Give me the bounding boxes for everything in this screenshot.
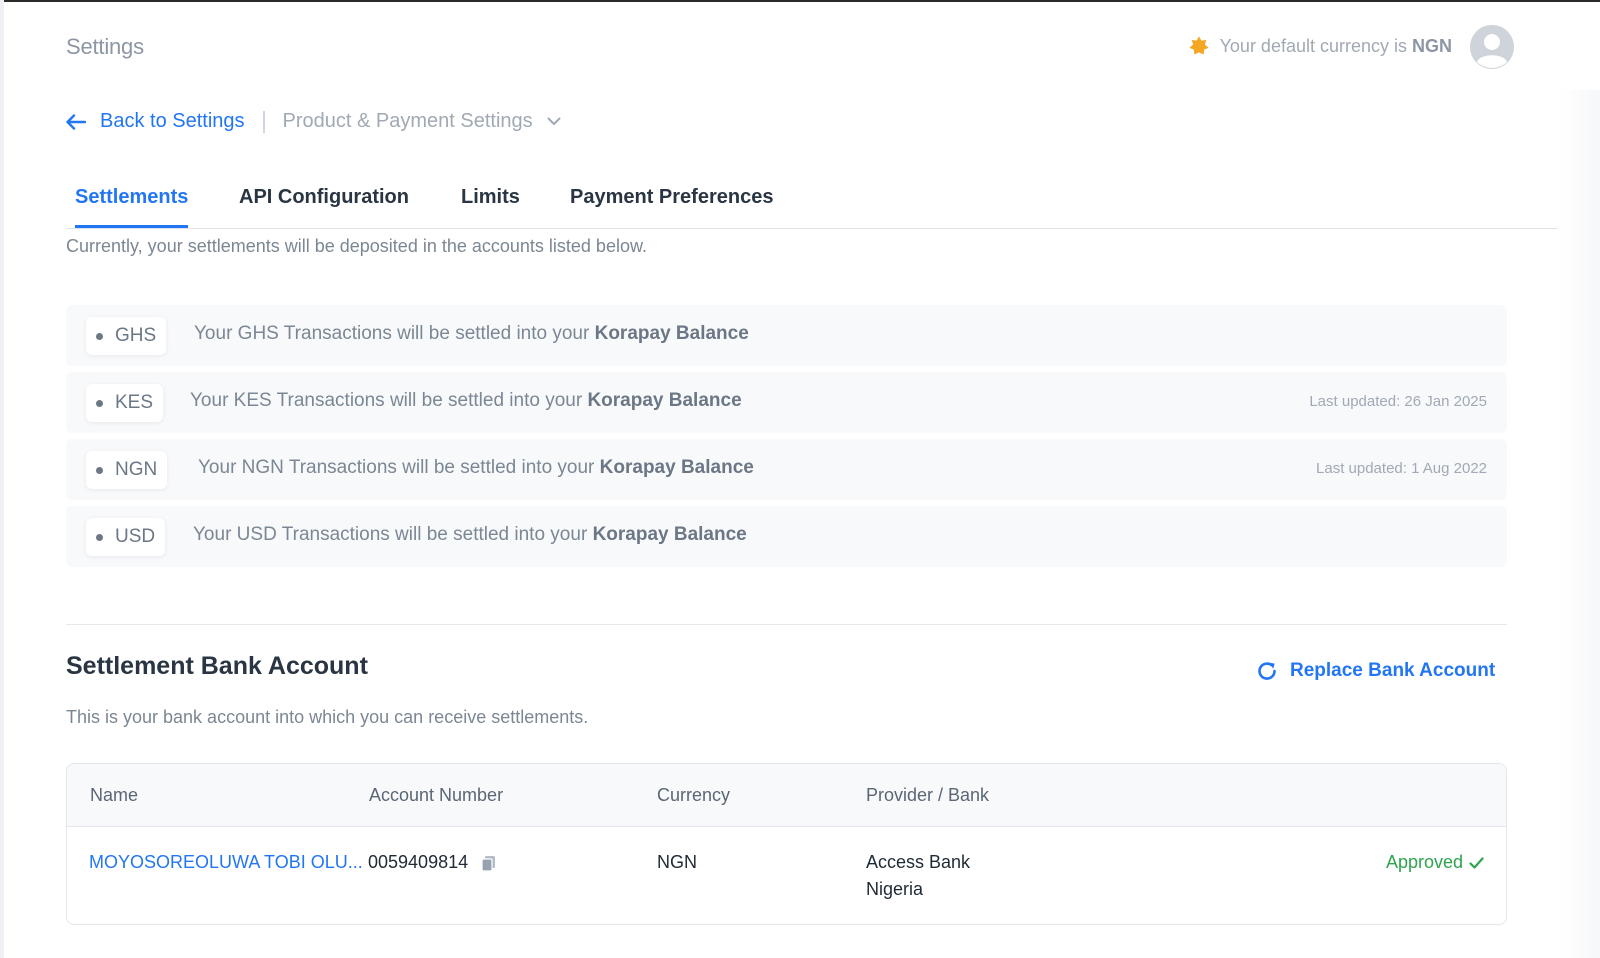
currency-code: GHS [115,325,157,346]
currency-pill: GHS [86,317,167,355]
currency-code: KES [115,392,154,413]
column-header-name: Name [90,785,139,805]
settlement-description: Your GHS Transactions will be settled in… [194,323,590,344]
currency-code: USD [115,526,156,547]
currency-cell: NGN [657,852,697,872]
column-header-account-number: Account Number [369,785,504,805]
account-name-link[interactable]: MOYOSOREOLUWA TOBI OLU... [89,852,367,873]
settlement-text: Your USD Transactions will be settled in… [193,524,747,546]
settlements-intro: Currently, your settlements will be depo… [66,236,647,256]
breadcrumb-separator [262,110,265,133]
settings-tabs: Settlements API Configuration Limits Pay… [66,182,1558,229]
breadcrumb-current-label: Product & Payment Settings [282,110,533,132]
currency-code: NGN [1412,35,1452,56]
back-link-label: Back to Settings [100,110,245,132]
currency-pill: USD [86,518,166,556]
checkmark-icon [1469,856,1484,869]
settlement-description: Your USD Transactions will be settled in… [193,524,588,545]
currency-pill: NGN [86,451,168,489]
last-updated: Last updated: 26 Jan 2025 [1309,393,1487,410]
page-title: Settings [66,34,144,59]
product-settings-dropdown[interactable]: Product & Payment Settings [283,110,561,133]
settlement-row-kes: KES Your KES Transactions will be settle… [66,372,1507,433]
status-label: Approved [1385,852,1463,872]
section-divider [66,624,1507,625]
tab-payment-preferences[interactable]: Payment Preferences [570,186,773,228]
chevron-down-icon [547,117,561,125]
table-header: Name Account Number Currency Provider / … [67,764,1506,827]
settlement-destination: Korapay Balance [587,390,742,411]
bank-section-title: Settlement Bank Account [66,652,368,680]
settlement-destination: Korapay Balance [594,323,749,344]
settlement-description: Your NGN Transactions will be settled in… [198,457,595,478]
currency-pill: KES [86,384,164,422]
tab-limits[interactable]: Limits [461,186,520,228]
bank-section-subtitle: This is your bank account into which you… [66,707,589,727]
settlement-text: Your KES Transactions will be settled in… [190,390,742,412]
star-icon [1188,36,1209,55]
left-rail [0,0,4,958]
last-updated: Last updated: 1 Aug 2022 [1316,460,1487,477]
bank-country-cell: Nigeria [866,879,924,899]
replace-button-label: Replace Bank Account [1290,660,1496,681]
column-header-currency: Currency [657,785,731,805]
settlement-row-usd: USD Your USD Transactions will be settle… [66,506,1507,567]
settlement-text: Your GHS Transactions will be settled in… [194,323,749,345]
default-currency-note: Your default currency is NGN [1188,35,1452,57]
settlement-destination: Korapay Balance [599,457,754,478]
settlement-destination: Korapay Balance [592,524,747,545]
tab-settlements[interactable]: Settlements [75,186,188,228]
top-header: Settings Your default currency is NGN [66,25,1546,70]
account-number-cell: 0059409814 [368,852,496,873]
column-header-provider-bank: Provider / Bank [866,785,990,805]
replace-bank-account-button[interactable]: Replace Bank Account [1256,660,1495,682]
copy-icon[interactable] [481,855,496,872]
refresh-icon [1258,662,1276,680]
settlement-text: Your NGN Transactions will be settled in… [198,457,754,479]
tab-api-configuration[interactable]: API Configuration [239,186,409,228]
back-to-settings-link[interactable]: Back to Settings [66,110,245,133]
currency-prefix: Your default currency is [1219,35,1407,56]
currency-code: NGN [115,459,158,480]
account-number: 0059409814 [368,852,469,872]
settlement-row-ngn: NGN Your NGN Transactions will be settle… [66,439,1507,500]
bank-name-cell: Access Bank [866,852,971,872]
settlement-description: Your KES Transactions will be settled in… [190,390,583,411]
arrow-left-icon [66,113,86,130]
breadcrumb: Back to Settings Product & Payment Setti… [66,110,561,133]
avatar[interactable] [1470,25,1514,69]
right-shade [1560,90,1600,958]
bank-account-table: Name Account Number Currency Provider / … [66,763,1507,925]
avatar-icon [1470,25,1514,69]
top-border [0,0,1600,2]
status-badge: Approved [1386,852,1484,873]
settlement-row-ghs: GHS Your GHS Transactions will be settle… [66,305,1507,366]
